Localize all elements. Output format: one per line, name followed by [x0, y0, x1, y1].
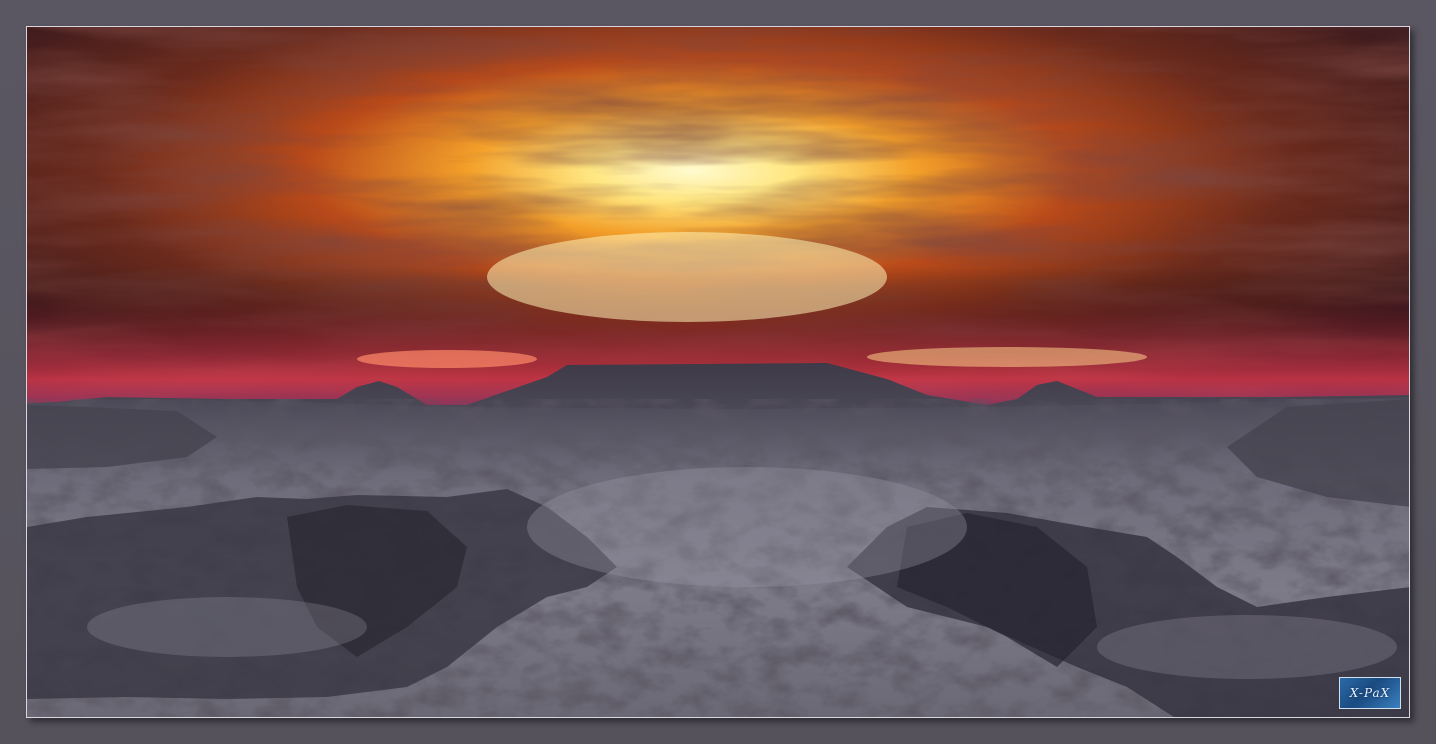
- artist-watermark-logo: X-PaX: [1339, 677, 1401, 709]
- light-streak: [357, 350, 537, 368]
- snow-patch: [1097, 615, 1397, 679]
- light-streak: [867, 347, 1147, 367]
- snow-field: [527, 467, 967, 587]
- sun-glow: [487, 232, 887, 322]
- snow-patch: [87, 597, 367, 657]
- picture-frame: X-PaX: [0, 0, 1436, 744]
- landscape-render: [27, 27, 1409, 717]
- landscape-image: X-PaX: [26, 26, 1410, 718]
